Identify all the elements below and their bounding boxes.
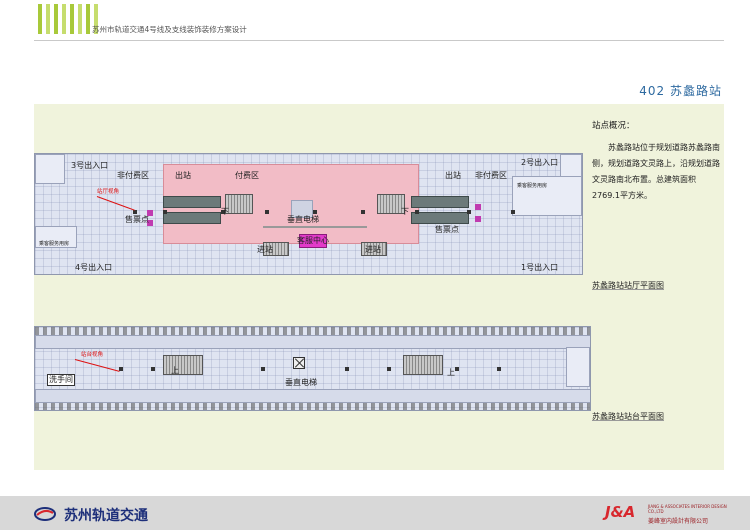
pillar [151, 367, 155, 371]
escalator-left [225, 194, 253, 214]
pillar [313, 210, 317, 214]
platform-elevator-label: 垂直电梯 [285, 378, 317, 387]
station-title: 402 苏蠡路站 [639, 84, 722, 98]
enter-left-label: 进站 [257, 245, 273, 254]
passage-bar [263, 226, 367, 228]
washroom-label: 洗手间 [49, 375, 73, 384]
service-room-right [512, 176, 582, 216]
stair-room-left [35, 154, 65, 184]
platform-escalator-right [403, 355, 443, 375]
platform-edge-top [35, 335, 590, 349]
service-left-label: 乘客服务用房 [39, 241, 70, 247]
pillar [415, 210, 419, 214]
platform-view-label: 站台视角 [81, 352, 104, 358]
client-logo-icon [34, 507, 56, 521]
client-name: 苏州轨道交通 [64, 508, 148, 524]
track-bottom [35, 402, 590, 410]
platform-plan-caption: 苏蠡路站站台平面图 [592, 412, 664, 421]
platform-escalator-left [163, 355, 203, 375]
pillar [455, 367, 459, 371]
gate-left-bottom [163, 212, 221, 224]
gate-right-bottom [411, 212, 469, 224]
designer-name-cn: 姜峰室内設計有限公司 [648, 518, 709, 525]
pillar [497, 367, 501, 371]
station-hall-plan[interactable]: 3号出入口 2号出入口 4号出入口 1号出入口 非付费区 非付费区 付费区 出站… [34, 153, 583, 275]
pillar [361, 210, 365, 214]
up-left-label: 上 [171, 366, 179, 375]
pillar [261, 367, 265, 371]
project-title: 苏州市轨道交通4号线及支线装饰装修方案设计 [92, 25, 247, 34]
exit-3-label: 3号出入口 [71, 161, 109, 170]
overview-heading: 站点概况： [592, 121, 635, 131]
designer-logo: J&A [605, 503, 636, 521]
ticket-right-label: 售票点 [435, 225, 459, 234]
platform-edge-bottom [35, 389, 590, 403]
ticket-machine [475, 204, 481, 210]
gate-right-top [411, 196, 469, 208]
header-divider [34, 40, 724, 41]
hall-plan-caption: 苏蠡路站站厅平面图 [592, 281, 664, 290]
exit-left-label: 出站 [175, 171, 191, 180]
service-right-label: 乘客服务用房 [517, 183, 548, 189]
pillar [345, 367, 349, 371]
exit-right-label: 出站 [445, 171, 461, 180]
pillar [467, 210, 471, 214]
ticket-left-label: 售票点 [125, 215, 149, 224]
down-left-label: 下 [221, 207, 229, 216]
info-center-label: 客服中心 [297, 236, 329, 245]
down-right-label: 下 [401, 207, 409, 216]
exit-2-label: 2号出入口 [521, 158, 559, 167]
paid-zone-label: 付费区 [235, 171, 259, 180]
pillar [163, 210, 167, 214]
elevator-label: 垂直电梯 [287, 215, 319, 224]
header-decoration [38, 4, 98, 34]
station-platform-plan[interactable]: 站台视角 洗手间 垂直电梯 上 上 [34, 326, 591, 411]
overview-text: 苏蠡路站位于规划道路苏蠡路南侧，规划道路文灵路上，沿规划道路文灵路南北布置。总建… [592, 143, 720, 200]
elevator-icon [293, 357, 305, 369]
end-room-right [566, 347, 590, 387]
hall-view-label: 站厅视角 [97, 189, 120, 195]
up-right-label: 上 [447, 368, 455, 377]
pillar [265, 210, 269, 214]
enter-right-label: 进站 [365, 245, 381, 254]
gate-left-top [163, 196, 221, 208]
ticket-machine [475, 216, 481, 222]
nonpaid-right-label: 非付费区 [475, 171, 507, 180]
pillar [387, 367, 391, 371]
track-top [35, 327, 590, 335]
exit-4-label: 4号出入口 [75, 263, 113, 272]
nonpaid-left-label: 非付费区 [117, 171, 149, 180]
exit-1-label: 1号出入口 [521, 263, 559, 272]
designer-name-en: JIANG & ASSOCIATES INTERIOR DESIGN CO.,L… [648, 504, 727, 514]
pillar [511, 210, 515, 214]
